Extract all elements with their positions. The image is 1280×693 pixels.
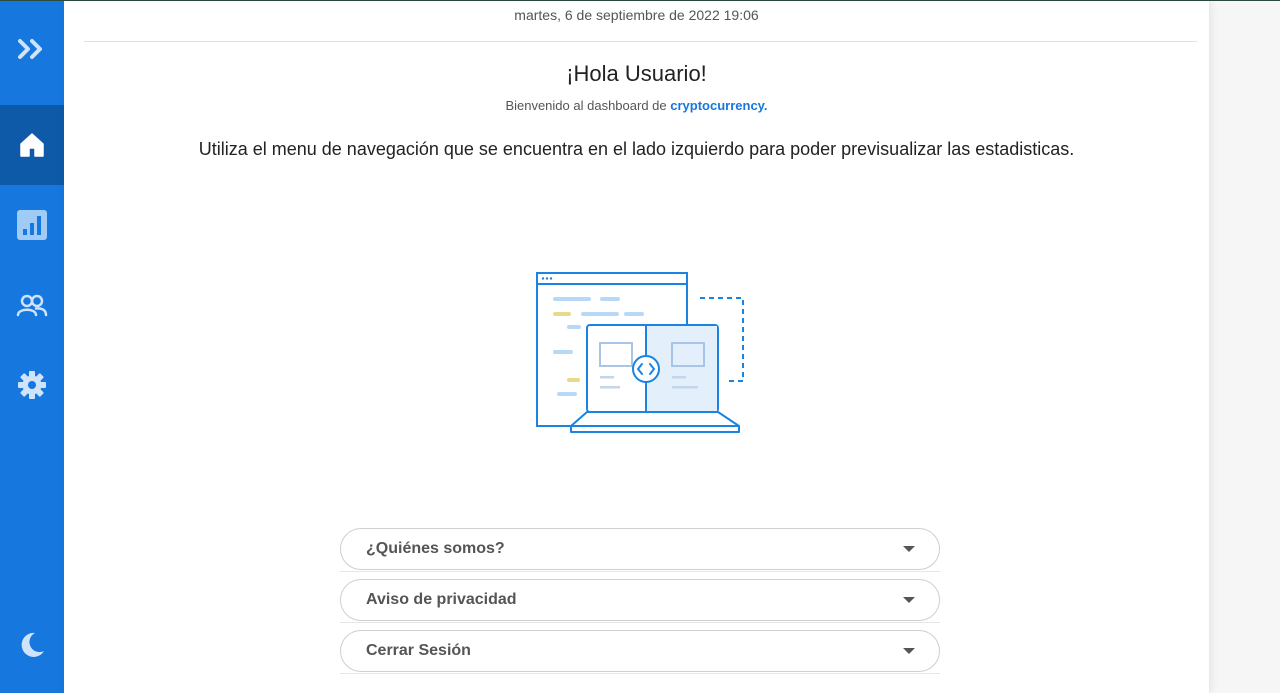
accordion-separator <box>340 622 940 623</box>
sidebar-dark-mode-toggle[interactable] <box>0 605 64 685</box>
main-panel: martes, 6 de septiembre de 2022 19:06 ¡H… <box>64 1 1209 693</box>
accordion-separator <box>340 571 940 572</box>
brand-name: cryptocurrency. <box>670 98 768 113</box>
sidebar-item-home[interactable] <box>0 105 64 185</box>
welcome-text: Bienvenido al dashboard de cryptocurrenc… <box>64 98 1209 113</box>
double-chevron-right-icon <box>18 39 42 59</box>
sidebar-item-settings[interactable] <box>0 345 64 425</box>
accordion-about-us[interactable]: ¿Quiénes somos? <box>340 528 940 570</box>
accordion-label: Aviso de privacidad <box>366 591 517 608</box>
instruction-text: Utiliza el menu de navegación que se enc… <box>198 139 1075 159</box>
accordion-privacy-notice[interactable]: Aviso de privacidad <box>340 579 940 621</box>
home-icon <box>20 133 44 157</box>
users-icon <box>16 294 48 317</box>
caret-down-icon <box>903 546 915 552</box>
laptop-code-illustration <box>536 272 744 433</box>
accordion-separator <box>340 673 940 674</box>
sidebar-item-users[interactable] <box>0 265 64 345</box>
sidebar <box>0 1 64 693</box>
header-divider <box>84 41 1197 42</box>
accordion-logout[interactable]: Cerrar Sesión <box>340 630 940 672</box>
caret-down-icon <box>903 597 915 603</box>
greeting-title: ¡Hola Usuario! <box>566 61 707 86</box>
accordion-label: ¿Quiénes somos? <box>366 540 505 557</box>
sidebar-item-stats[interactable] <box>0 185 64 265</box>
current-date: martes, 6 de septiembre de 2022 19:06 <box>514 7 759 23</box>
accordion-label: Cerrar Sesión <box>366 642 471 659</box>
welcome-prefix: Bienvenido al dashboard de <box>505 98 667 113</box>
bar-chart-icon <box>17 210 47 240</box>
gear-icon <box>18 371 46 399</box>
moon-icon <box>21 632 44 657</box>
caret-down-icon <box>903 648 915 654</box>
sidebar-expand-button[interactable] <box>0 9 64 89</box>
